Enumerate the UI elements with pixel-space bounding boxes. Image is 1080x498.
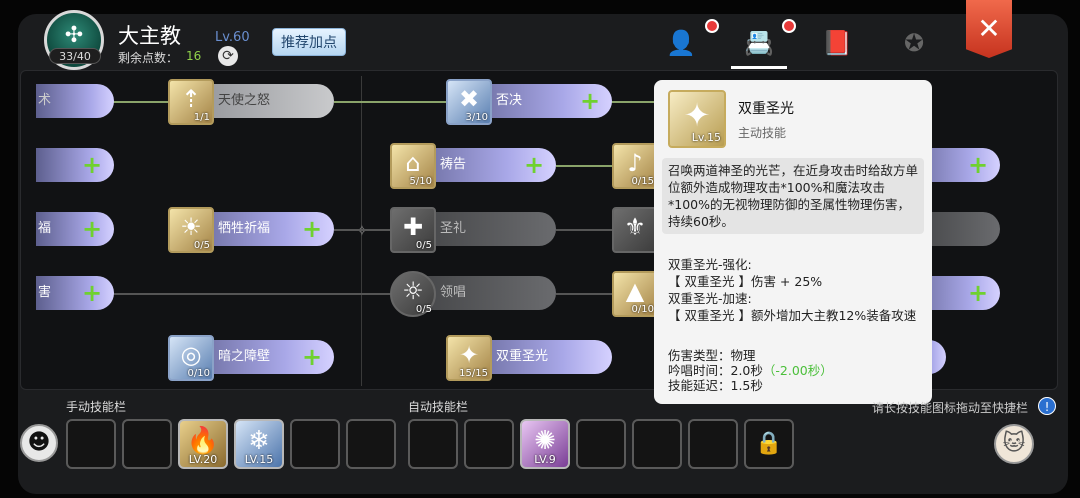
avatar-count: 33/40	[49, 48, 101, 64]
active-tab-underline	[731, 66, 787, 69]
character-icon: 👤	[666, 29, 696, 57]
skill-lead[interactable]: ☼ 0/5	[390, 271, 436, 317]
tab-skills[interactable]: 📇	[742, 28, 776, 58]
prayer-icon: ⌂	[405, 149, 421, 177]
emote-icon[interactable]: ☻	[20, 424, 58, 462]
holy-figure-icon: ✚	[402, 213, 424, 241]
add-point-icon[interactable]: +	[302, 217, 322, 241]
skill-dark-barrier[interactable]: ◎ 0/10	[168, 335, 214, 381]
auto-slot-5[interactable]	[632, 419, 682, 469]
auto-slot-1[interactable]	[408, 419, 458, 469]
add-point-icon[interactable]: +	[580, 89, 600, 113]
skill-prayer[interactable]: ⌂ 5/10	[390, 143, 436, 189]
tooltip-description: 召唤两道神圣的光芒，在近身攻击时给敌方单位额外造成物理攻击*100%和魔法攻击*…	[662, 158, 924, 234]
skill-column4-row3[interactable]: ⚜	[612, 207, 658, 253]
manual-slot-2[interactable]	[122, 419, 172, 469]
close-button[interactable]: ✕	[966, 0, 1012, 58]
notification-dot	[782, 19, 796, 33]
holy-light-icon: ✦	[683, 96, 711, 134]
skill-veto[interactable]: ✖ 3/10	[446, 79, 492, 125]
skill-pill-left-4[interactable]: 害 +	[36, 276, 114, 310]
add-point-icon[interactable]: +	[82, 217, 102, 241]
bulb-icon: ☼	[402, 277, 424, 305]
tooltip-stats: 伤害类型：物理 吟唱时间：2.0秒（-2.00秒） 技能延迟：1.5秒	[668, 348, 833, 393]
connector-line	[556, 293, 616, 295]
skill-pill-left-2[interactable]: +	[36, 148, 114, 182]
barrier-icon: ◎	[180, 341, 202, 369]
skill-sacrifice[interactable]: ☀ 0/5	[168, 207, 214, 253]
holy-light-icon: ✦	[458, 341, 480, 369]
lock-icon: 🔒	[755, 431, 783, 456]
manual-skillbar-label: 手动技能栏	[66, 400, 127, 414]
recommend-points-button[interactable]: 推荐加点	[272, 28, 346, 56]
class-level: Lv.60	[215, 30, 250, 45]
tooltip-skill-name: 双重圣光	[738, 101, 794, 117]
auto-slot-6[interactable]	[688, 419, 738, 469]
light-beam-icon: ▲	[625, 277, 645, 305]
notification-dot	[705, 19, 719, 33]
skill-pill-left-1[interactable]: 术	[36, 84, 114, 118]
angel-wings-icon: ⇡	[180, 85, 202, 113]
manual-slot-4[interactable]: ❄ LV.15	[234, 419, 284, 469]
pet-avatar[interactable]: 🐱	[994, 424, 1034, 464]
drag-hint: 请长按技能图标拖动至快捷栏	[872, 401, 1029, 415]
sun-icon: ☀	[180, 213, 202, 241]
emblem-icon: ✪	[903, 29, 925, 57]
angel-statue-icon: ⚜	[624, 213, 646, 241]
tab-book[interactable]: 📕	[820, 28, 854, 58]
skill-angel-wrath[interactable]: ⇡ 1/1	[168, 79, 214, 125]
manual-slot-5[interactable]	[290, 419, 340, 469]
remaining-points-value: 16	[186, 49, 202, 63]
add-point-icon[interactable]: +	[82, 281, 102, 305]
manual-slot-1[interactable]	[66, 419, 116, 469]
skill-book-icon: 📇	[744, 29, 774, 57]
auto-slot-7-locked[interactable]: 🔒	[744, 419, 794, 469]
connector-line	[556, 229, 616, 231]
remaining-points-label: 剩余点数：	[118, 51, 179, 65]
skill-column4-row4[interactable]: ▲ 0/10	[612, 271, 658, 317]
flame-skill-icon: 🔥	[186, 426, 220, 456]
auto-slot-2[interactable]	[464, 419, 514, 469]
auto-slot-3[interactable]: ✺ LV.9	[520, 419, 570, 469]
add-point-icon[interactable]: +	[968, 281, 988, 305]
connector-line	[112, 293, 394, 295]
book-icon: 📕	[822, 29, 852, 57]
connector-line	[610, 101, 658, 103]
class-name: 大主教	[118, 24, 181, 48]
tooltip-skill-icon: ✦ Lv.15	[668, 90, 726, 148]
class-emblem-icon: ✣	[64, 23, 84, 48]
reset-points-icon[interactable]: ⟳	[218, 46, 238, 66]
tree-junction-icon: ✧	[353, 222, 371, 240]
music-note-icon: ♪	[627, 149, 643, 177]
info-icon[interactable]: !	[1038, 397, 1056, 415]
skill-tooltip: ✦ Lv.15 双重圣光 主动技能 召唤两道神圣的光芒，在近身攻击时给敌方单位额…	[654, 80, 932, 404]
frost-skill-icon: ❄	[248, 426, 270, 456]
tab-character[interactable]: 👤	[664, 28, 698, 58]
tab-emblem[interactable]: ✪	[897, 28, 931, 58]
connector-line	[556, 165, 616, 167]
manual-slot-3[interactable]: 🔥 LV.20	[178, 419, 228, 469]
add-point-icon[interactable]: +	[302, 345, 322, 369]
connector-line	[334, 101, 448, 103]
skill-column4-row2[interactable]: ♪ 0/15	[612, 143, 658, 189]
add-point-icon[interactable]: +	[82, 153, 102, 177]
add-point-icon[interactable]: +	[524, 153, 544, 177]
cross-icon: ✖	[458, 85, 480, 113]
connector-line	[334, 229, 394, 231]
skill-holy-rite[interactable]: ✚ 0/5	[390, 207, 436, 253]
connector-line	[112, 101, 172, 103]
tooltip-upgrades: 双重圣光-强化: 【 双重圣光 】伤害 + 25% 双重圣光-加速: 【 双重圣…	[668, 257, 917, 323]
tooltip-skill-type: 主动技能	[738, 126, 787, 140]
skill-double-holy-light[interactable]: ✦ 15/15	[446, 335, 492, 381]
auto-slot-4[interactable]	[576, 419, 626, 469]
skill-pill-left-3[interactable]: 福 +	[36, 212, 114, 246]
auto-skillbar-label: 自动技能栏	[408, 400, 469, 414]
manual-slot-6[interactable]	[346, 419, 396, 469]
add-point-icon[interactable]: +	[968, 153, 988, 177]
radiance-skill-icon: ✺	[534, 426, 556, 456]
